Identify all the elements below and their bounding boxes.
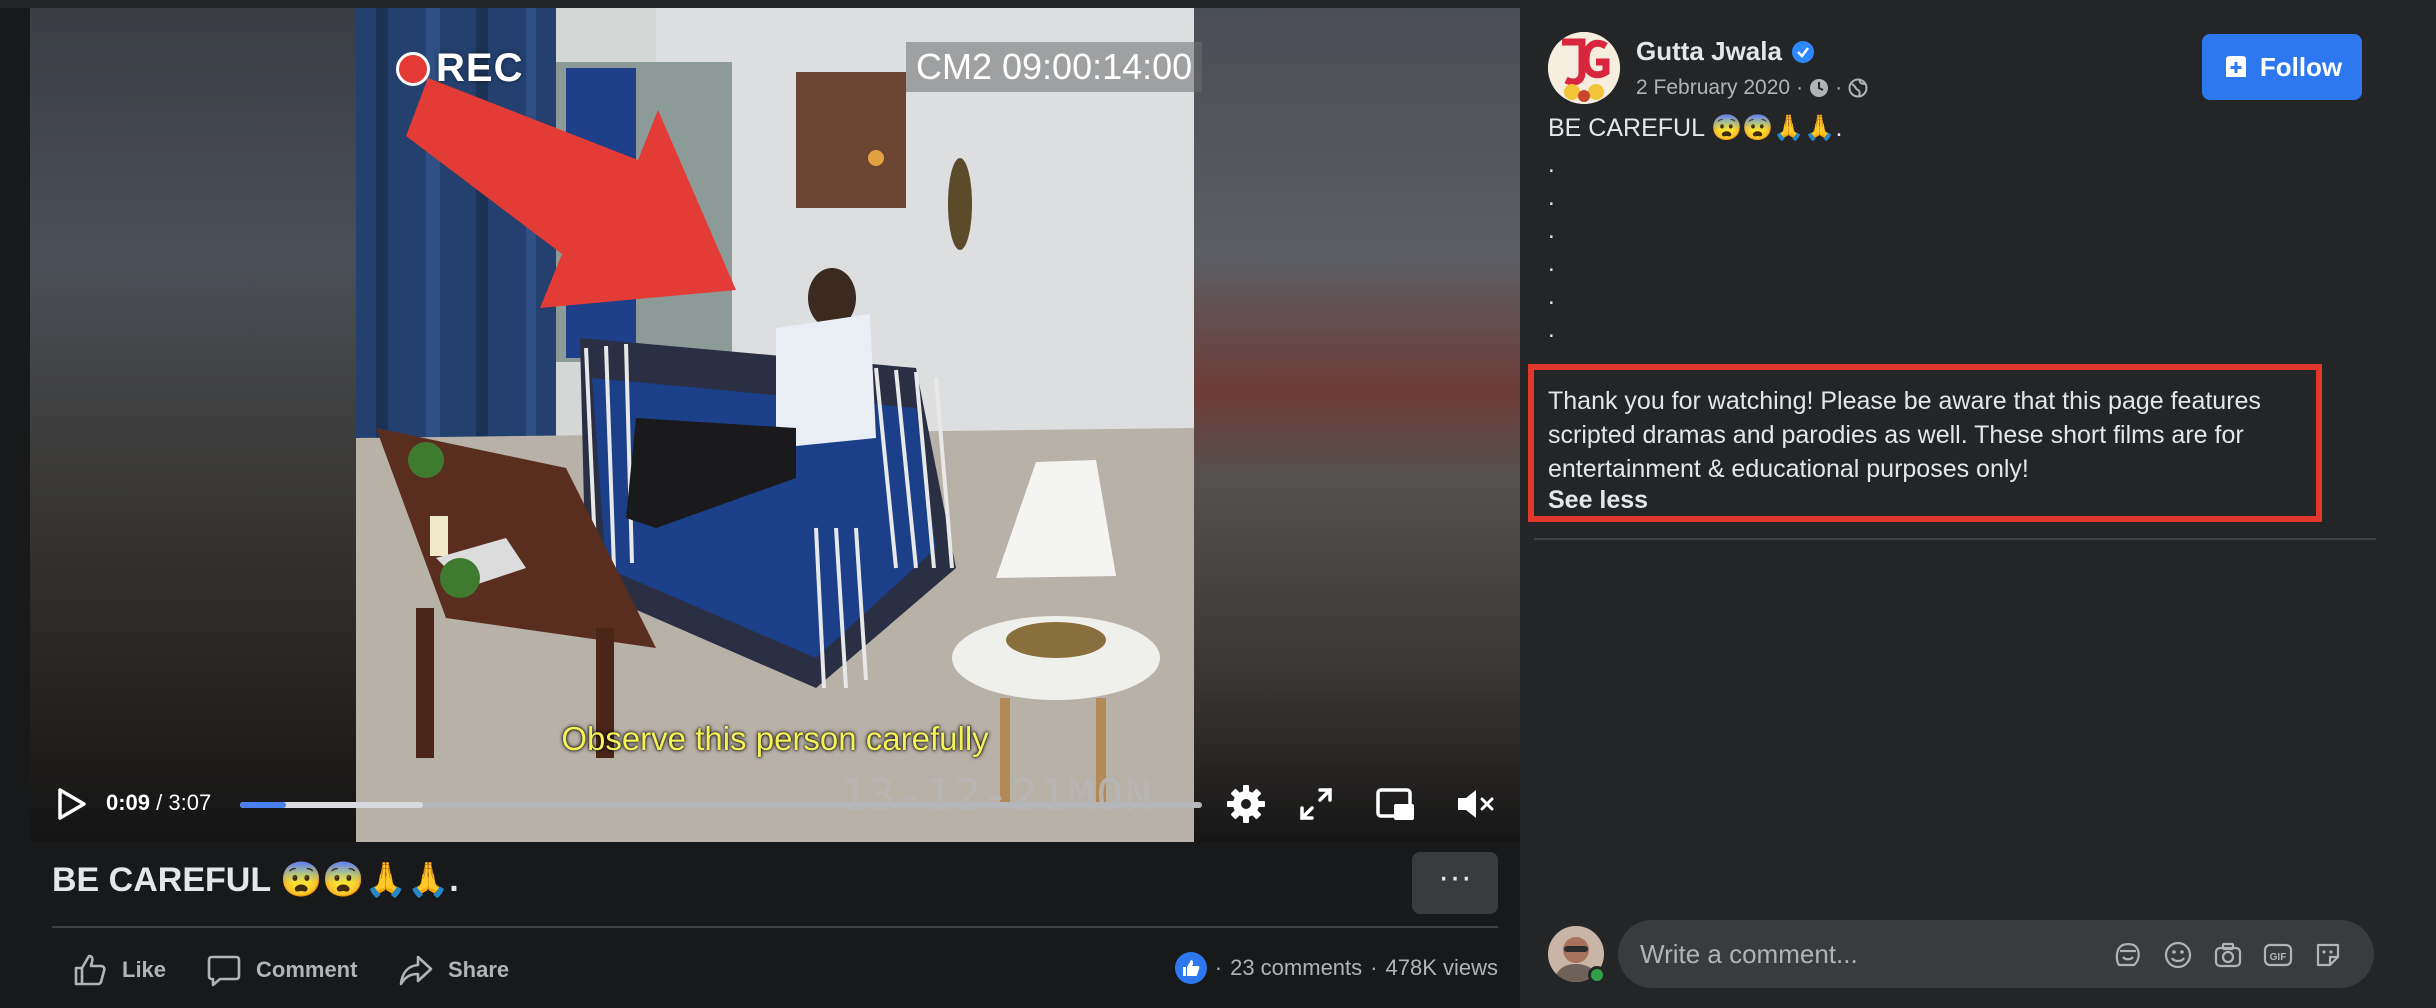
see-less-link[interactable]: See less [1548, 486, 2302, 515]
camera-icon[interactable] [2212, 939, 2244, 971]
video-subtitle: Observe this person carefully [561, 720, 989, 757]
gif-icon[interactable]: GIF [2262, 939, 2294, 971]
comment-input[interactable] [1640, 920, 2120, 988]
progress-played [240, 802, 287, 808]
sticker-icon[interactable] [2312, 939, 2344, 971]
stats-separator: · [1370, 955, 1378, 980]
video-controls: 0:09 / 3:07 [30, 768, 1520, 842]
settings-button[interactable] [1224, 782, 1268, 826]
comment-label: Comment [256, 957, 358, 982]
caption-dot: . [1548, 250, 1555, 277]
camera-timestamp: CM2 09:00:14:00 [906, 42, 1203, 92]
video-time: 0:09 / 3:07 [106, 790, 211, 816]
video-blur-right [1194, 8, 1520, 842]
fullscreen-icon [1300, 788, 1332, 820]
highlighted-notice: Thank you for watching! Please be aware … [1528, 364, 2322, 522]
picture-in-picture-button[interactable] [1374, 782, 1418, 826]
stats-separator: · [1214, 955, 1223, 980]
more-options-label: ··· [1438, 858, 1472, 896]
mute-icon [1458, 790, 1494, 818]
play-icon [58, 788, 86, 820]
fullscreen-button[interactable] [1294, 782, 1338, 826]
current-time: 0:09 [106, 790, 151, 815]
svg-text:GIF: GIF [2270, 952, 2287, 963]
online-status-dot [1588, 966, 1606, 984]
clock-icon [1810, 79, 1829, 97]
author-avatar-image [1548, 32, 1620, 104]
reaction-like-icon[interactable] [1174, 952, 1207, 984]
like-label: Like [122, 957, 167, 982]
duration: 3:07 [168, 790, 212, 815]
pip-icon [1376, 788, 1414, 820]
author-name-row: Gutta Jwala [1636, 36, 1814, 67]
comment-button[interactable]: Comment [206, 950, 357, 990]
meta-separator: · [1835, 76, 1843, 99]
rec-dot-icon [396, 51, 430, 86]
comment-composer: GIF [1520, 906, 2436, 1008]
post-title: BE CAREFUL 😨😨🙏🙏. [52, 861, 459, 899]
follow-button[interactable]: Follow [2202, 34, 2362, 100]
meta-separator: · [1796, 76, 1804, 99]
notice-text: Thank you for watching! Please be aware … [1548, 387, 2261, 483]
caption-dots: . . . . . . [1548, 148, 1555, 346]
caption-dot: . [1548, 316, 1555, 343]
progress-bar[interactable] [240, 802, 1202, 808]
share-icon [399, 955, 433, 986]
video-player[interactable]: REC CM2 09:00:14:00 Observe this person … [30, 8, 1520, 842]
video-scene [356, 8, 1194, 842]
author-avatar[interactable] [1548, 32, 1620, 104]
video-frame [356, 8, 1194, 842]
share-button[interactable]: Share [398, 950, 509, 990]
video-blur-left [30, 8, 356, 842]
actions-divider [52, 926, 1498, 928]
comments-count[interactable]: 23 comments [1230, 955, 1362, 981]
panel-divider [1534, 538, 2376, 540]
post-stats: · 23 comments · 478K views [1174, 952, 1498, 984]
follow-label: Follow [2259, 51, 2343, 82]
follow-page-icon [2225, 56, 2246, 77]
rec-indicator: REC [396, 46, 523, 91]
more-options-button[interactable]: ··· [1412, 852, 1498, 914]
post-caption: BE CAREFUL 😨😨🙏🙏. [1548, 114, 1843, 142]
settings-icon [1227, 785, 1265, 823]
play-button[interactable] [52, 786, 88, 822]
post-meta: 2 February 2020 · · [1636, 76, 1868, 100]
verified-icon [1791, 40, 1814, 63]
post-date[interactable]: 2 February 2020 [1636, 76, 1790, 100]
mute-button[interactable] [1452, 782, 1496, 826]
emoji-icon[interactable] [2162, 939, 2194, 971]
globe-icon [1848, 78, 1868, 98]
comment-icon [207, 955, 241, 987]
time-separator: / [156, 790, 163, 815]
comment-box[interactable]: GIF [1618, 920, 2374, 988]
author-name[interactable]: Gutta Jwala [1636, 36, 1782, 67]
avatar-sticker-icon[interactable] [2112, 939, 2144, 971]
caption-dot: . [1548, 283, 1555, 310]
caption-dot: . [1548, 217, 1555, 244]
like-button[interactable]: Like [72, 950, 166, 990]
thumb-up-icon [74, 954, 106, 986]
share-label: Share [448, 957, 510, 982]
caption-dot: . [1548, 184, 1555, 211]
reaction-thumb-icon [1182, 960, 1200, 976]
rec-label: REC [436, 46, 524, 90]
caption-dot: . [1548, 151, 1555, 178]
top-edge [0, 0, 2436, 8]
views-count: 478K views [1385, 955, 1498, 980]
